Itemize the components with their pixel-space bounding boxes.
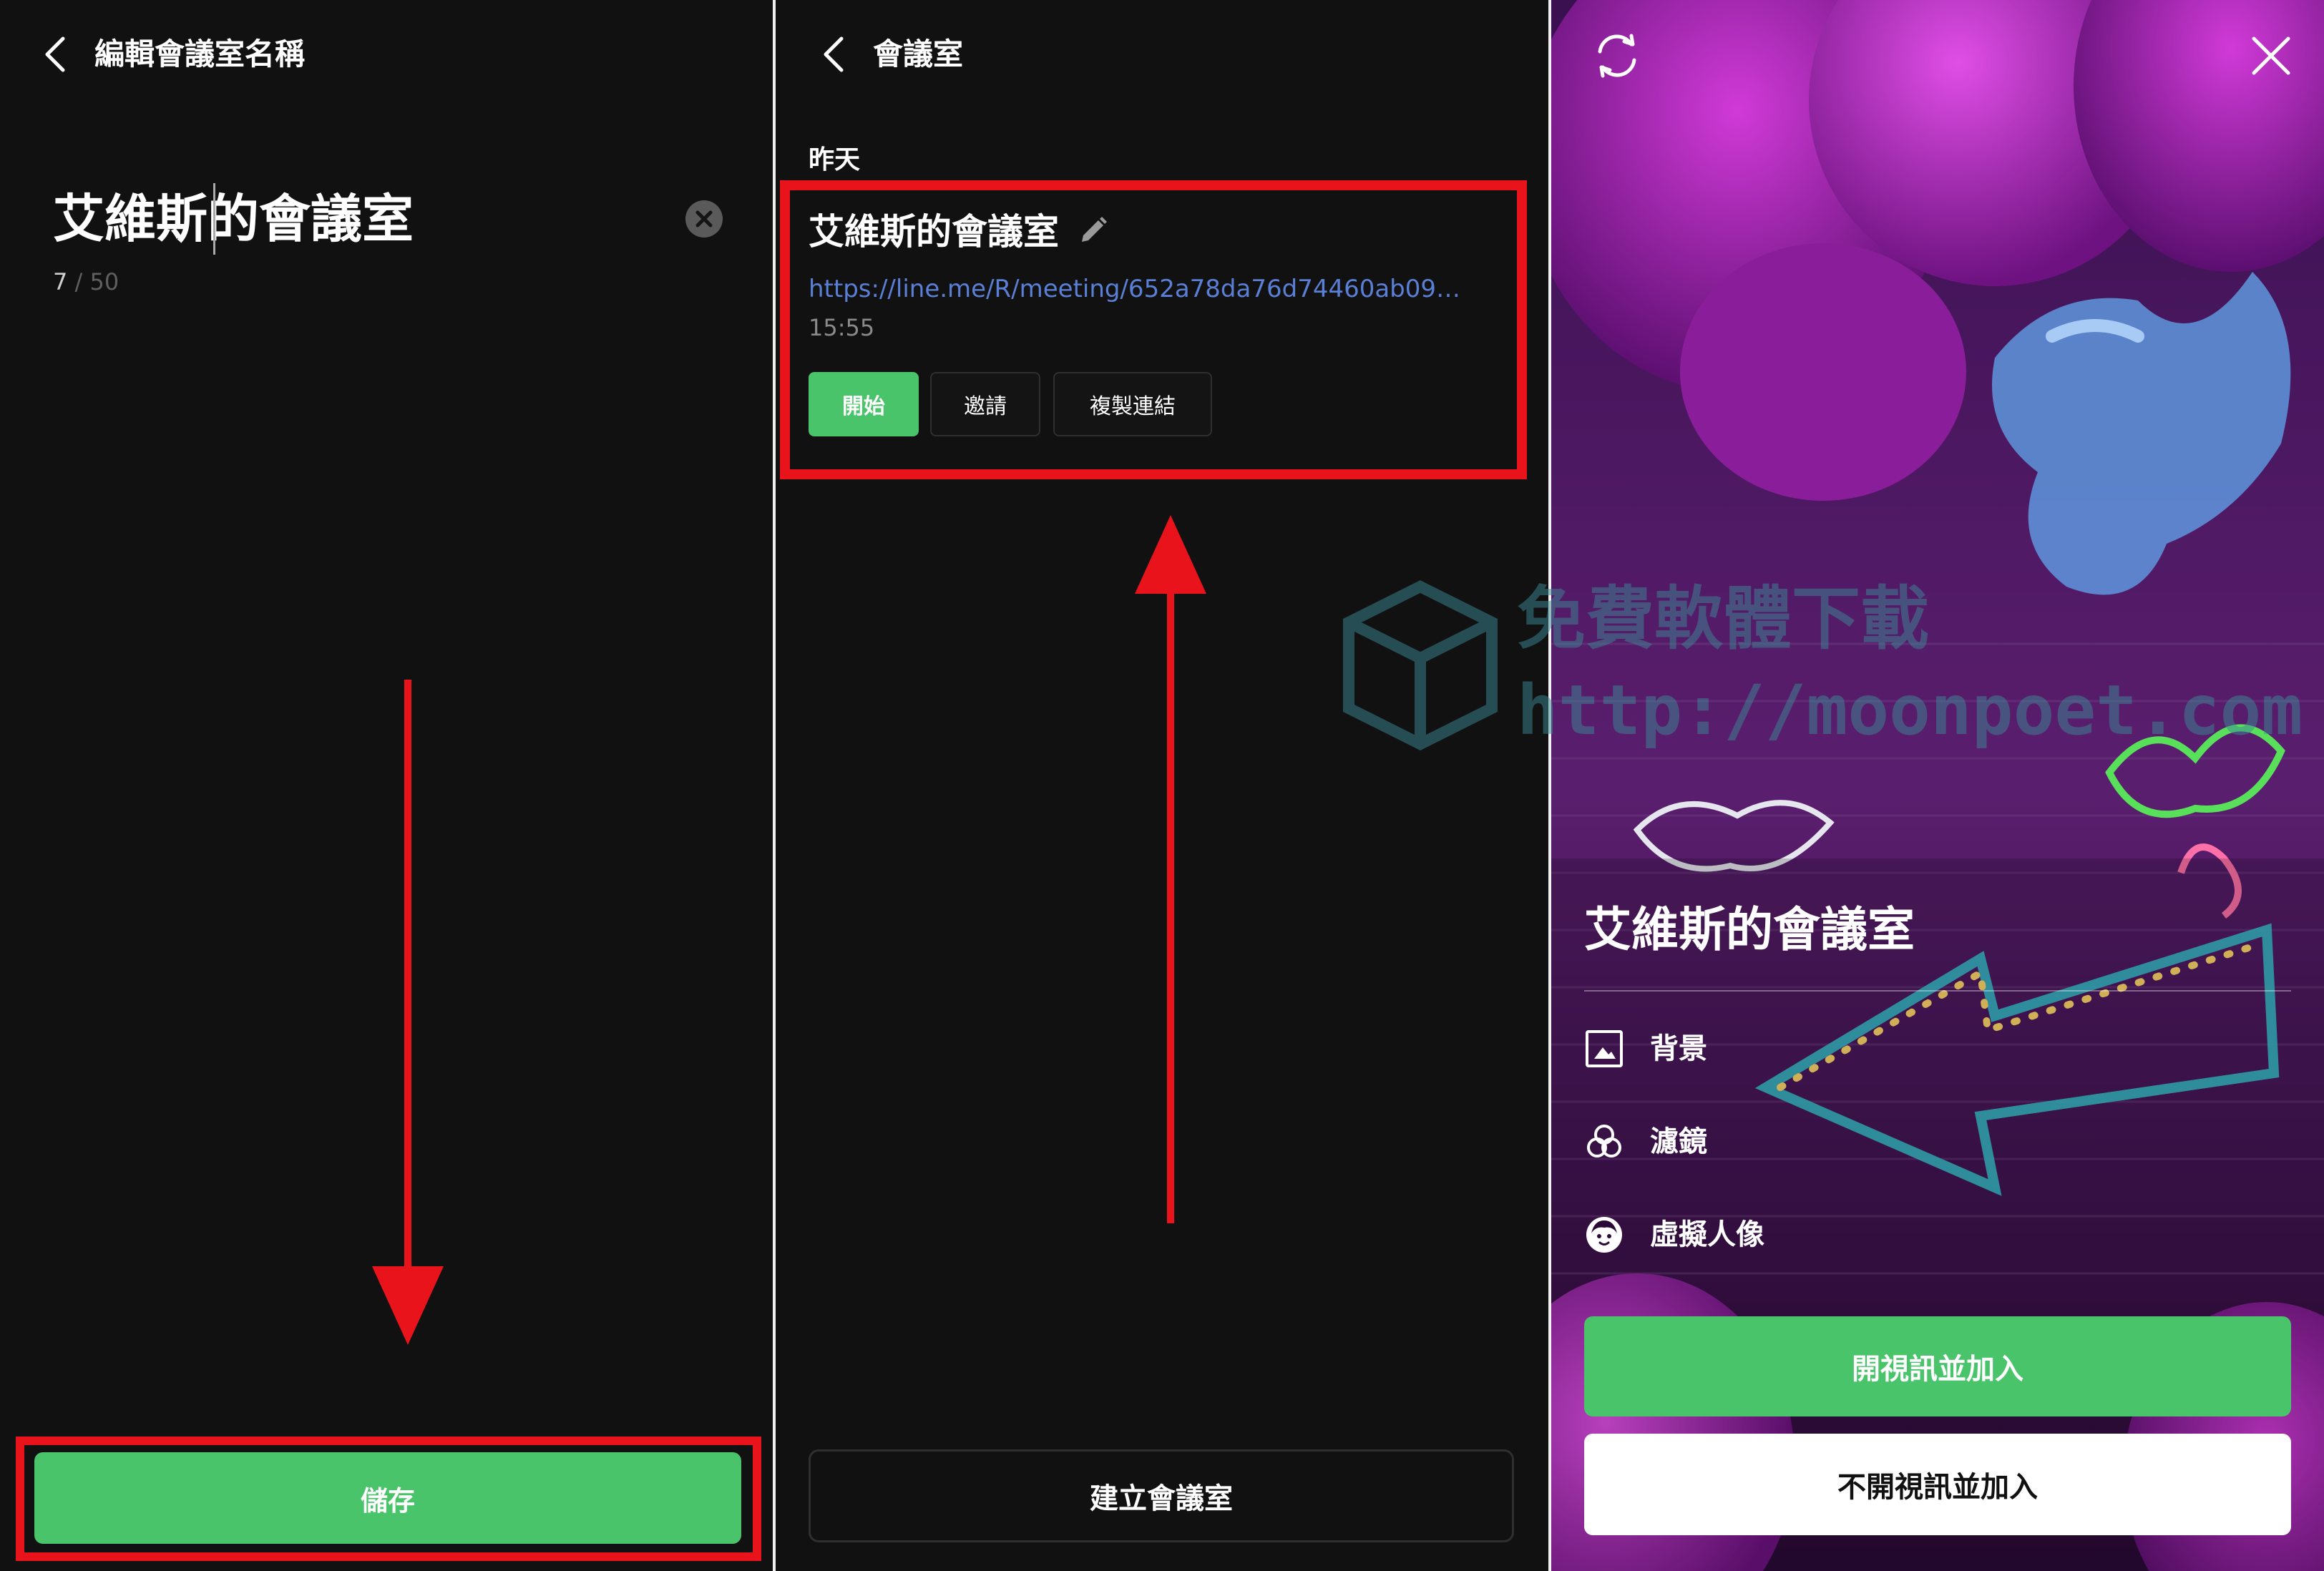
divider	[1584, 990, 2291, 992]
option-label: 濾鏡	[1650, 1125, 1707, 1158]
char-count-separator: /	[67, 268, 90, 295]
switch-camera-icon[interactable]	[1588, 27, 1646, 84]
room-name-input[interactable]: 艾維斯的會議室	[53, 183, 414, 255]
invite-button[interactable]: 邀請	[930, 372, 1040, 436]
save-button[interactable]: 儲存	[34, 1452, 741, 1544]
text-caret	[213, 183, 215, 255]
annotation-arrow-down	[372, 680, 444, 1345]
join-preview-screen: 艾維斯的會議室 背景 濾鏡 虛擬人像 開視訊並加入 不開視訊並加入	[1551, 0, 2324, 1571]
option-avatar[interactable]: 虛擬人像	[1584, 1206, 2013, 1263]
copy-link-button[interactable]: 複製連結	[1053, 372, 1212, 436]
char-count-current: 7	[53, 268, 68, 295]
pencil-icon[interactable]	[1076, 213, 1110, 248]
avatar-icon	[1586, 1217, 1622, 1253]
join-without-video-button[interactable]: 不開視訊並加入	[1584, 1434, 2291, 1535]
filter-icon	[1587, 1125, 1621, 1158]
join-with-video-button[interactable]: 開視訊並加入	[1584, 1316, 2291, 1416]
option-label: 虛擬人像	[1650, 1218, 1764, 1251]
preview-toolbar	[1551, 0, 2324, 107]
back-arrow-icon[interactable]	[36, 33, 79, 76]
room-name-title: 艾維斯的會議室	[1584, 902, 1915, 957]
close-icon[interactable]	[2245, 30, 2297, 82]
room-name: 艾維斯的會議室	[809, 211, 1059, 253]
char-count-max: 50	[89, 268, 119, 295]
option-filter[interactable]: 濾鏡	[1584, 1113, 2013, 1170]
char-counter: 7 / 50	[53, 266, 119, 298]
room-link[interactable]: https://line.me/R/meeting/652a78da76d744…	[809, 269, 1467, 309]
start-button[interactable]: 開始	[809, 372, 919, 436]
room-timestamp: 15:55	[809, 314, 875, 341]
clear-icon[interactable]	[685, 200, 723, 238]
page-title: 會議室	[873, 36, 964, 72]
header: 編輯會議室名稱	[0, 0, 773, 112]
image-icon	[1586, 1030, 1623, 1067]
header: 會議室	[776, 0, 1548, 112]
watermark-url: http://moonpoet.com	[1517, 670, 2303, 750]
option-label: 背景	[1650, 1032, 1707, 1065]
page-title: 編輯會議室名稱	[94, 36, 306, 72]
annotation-arrow-up	[1135, 515, 1206, 1223]
watermark-title: 免費軟體下載	[1517, 579, 1929, 659]
create-room-button[interactable]: 建立會議室	[809, 1449, 1514, 1542]
watermark: 免費軟體下載 http://moonpoet.com	[1338, 572, 2303, 773]
option-background[interactable]: 背景	[1584, 1020, 2013, 1077]
back-arrow-icon[interactable]	[814, 33, 857, 76]
section-label-date: 昨天	[809, 145, 861, 175]
cube-logo-icon	[1343, 580, 1498, 750]
